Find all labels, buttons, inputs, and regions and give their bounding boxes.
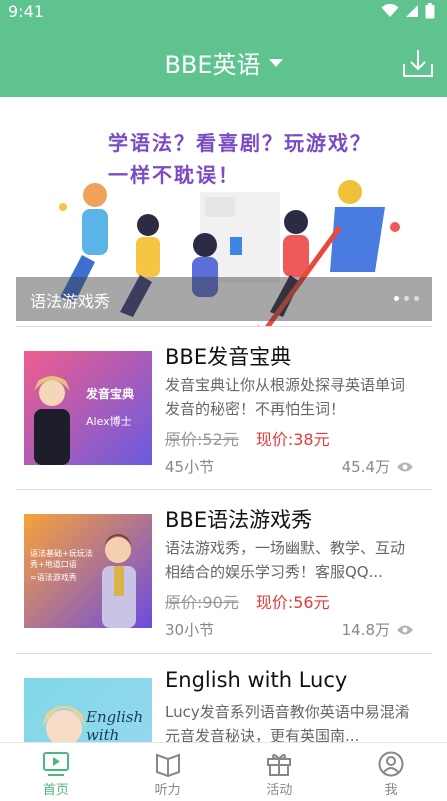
nav-label: 首页: [42, 783, 69, 798]
current-price: 现价:56元: [255, 593, 330, 612]
status-time: 9:41: [8, 2, 44, 21]
home-video-icon: [42, 752, 69, 776]
view-count: 14.8万: [342, 619, 414, 640]
original-price: 原价:52元: [165, 430, 239, 449]
view-count: 45.4万: [342, 456, 414, 477]
eye-icon: [397, 625, 413, 634]
download-icon[interactable]: [401, 46, 435, 80]
course-title: BBE语法游戏秀: [165, 508, 313, 532]
user-icon: [378, 751, 404, 777]
course-item[interactable]: 语法基础+玩玩法秀+地道口语 =语法游戏秀 BBE语法游戏秀 语法游戏秀，一场幽…: [16, 489, 432, 649]
course-thumbnail: 发音宝典 Alex博士: [24, 351, 152, 465]
view-count-value: 14.8万: [341, 621, 390, 639]
status-bar: 9:41: [0, 0, 447, 26]
lesson-count: 45小节: [165, 458, 215, 476]
nav-activities[interactable]: 活动: [224, 743, 336, 801]
carousel-indicator: [394, 296, 419, 301]
book-icon: [155, 753, 180, 777]
view-count-value: 45.4万: [341, 458, 390, 476]
app-header: 9:41 BBE英语: [0, 0, 447, 97]
carousel-dot: [414, 296, 419, 301]
nav-listening[interactable]: 听力: [112, 743, 224, 801]
bottom-navigation: 首页 听力 活动 我: [0, 742, 447, 801]
banner-caption: 语法游戏秀: [30, 292, 111, 311]
title-dropdown[interactable]: BBE英语: [0, 42, 447, 82]
battery-icon: [425, 3, 435, 19]
nav-me[interactable]: 我: [335, 743, 447, 801]
current-price: 现价:38元: [255, 430, 330, 449]
lesson-count: 30小节: [165, 621, 215, 639]
banner-carousel[interactable]: 学语法？看喜剧？玩游戏？ 一样不耽误！ 语法游戏秀: [0, 97, 447, 327]
wifi-icon: [381, 4, 399, 17]
course-title: English with Lucy: [165, 668, 348, 692]
course-description: 语法游戏秀，一场幽默、教学、互动相结合的娱乐学习秀！客服QQ...: [165, 539, 406, 581]
course-prices: 原价:90元 现价:56元: [165, 589, 330, 613]
carousel-dot: [394, 296, 399, 301]
course-thumbnail: 语法基础+玩玩法秀+地道口语 =语法游戏秀: [24, 514, 152, 628]
nav-home[interactable]: 首页: [0, 743, 112, 801]
course-description: 发音宝典让你从根源处探寻英语单词发音的秘密！不再怕生词！: [165, 376, 406, 418]
app-title: BBE英语: [164, 50, 261, 79]
course-item[interactable]: 发音宝典 Alex博士 BBE发音宝典 发音宝典让你从根源处探寻英语单词发音的秘…: [16, 326, 432, 486]
carousel-dot: [404, 296, 409, 301]
signal-icon: [406, 5, 418, 17]
course-prices: 原价:52元 现价:38元: [165, 426, 330, 450]
original-price: 原价:90元: [165, 593, 239, 612]
status-icons: [381, 3, 435, 19]
thumbnail-caption: 发音宝典: [86, 387, 135, 401]
gift-icon: [267, 753, 292, 776]
dropdown-caret-icon: [268, 59, 283, 67]
thumbnail-subcaption: Alex博士: [86, 415, 132, 428]
nav-label: 我: [384, 783, 398, 798]
course-description: Lucy发音系列语音教你英语中易混淆元音发音秘诀，更有英国南...: [165, 703, 410, 745]
nav-label: 活动: [266, 783, 293, 798]
course-title: BBE发音宝典: [165, 345, 292, 369]
eye-icon: [397, 462, 413, 471]
nav-label: 听力: [154, 783, 181, 798]
